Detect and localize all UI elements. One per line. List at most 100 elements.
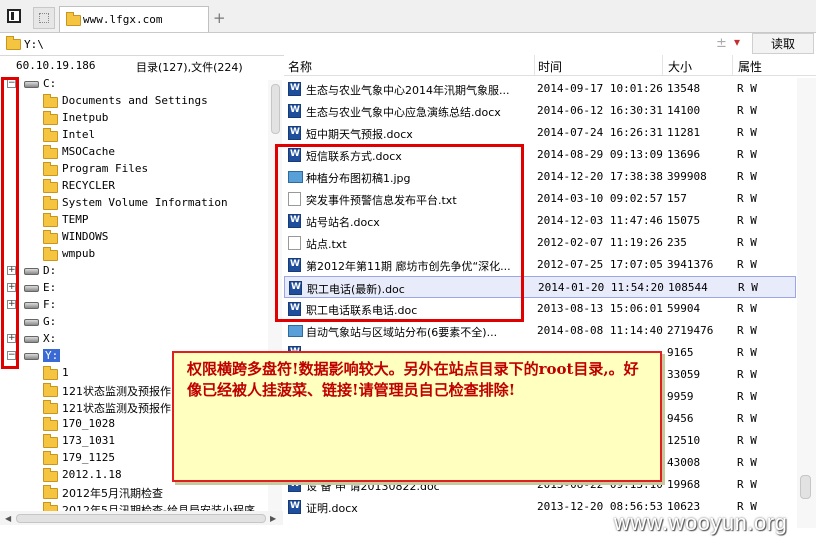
tree-hscroll-thumb[interactable]: [16, 514, 266, 523]
column-time[interactable]: 时间: [538, 58, 562, 75]
folder-label: 121状态监测及预报作: [62, 402, 171, 415]
tree-folder[interactable]: System Volume Information: [0, 195, 260, 212]
file-size: 9165: [667, 346, 694, 359]
file-size: 13548: [667, 82, 701, 95]
tree-folder[interactable]: WINDOWS: [0, 229, 260, 246]
folder-icon: [43, 162, 58, 176]
folder-label: WINDOWS: [62, 230, 109, 243]
list-scroll-thumb[interactable]: [800, 475, 811, 499]
file-time: 2014-12-03 11:47:46: [537, 214, 663, 227]
file-attr: R W: [737, 258, 757, 271]
file-row[interactable]: 生态与农业气象中心应急演练总结.docx 2014-06-12 16:30:31 1…: [284, 100, 796, 122]
tab-empty[interactable]: [33, 7, 55, 29]
path-input[interactable]: [24, 36, 624, 52]
file-name: 短中期天气预报.docx: [306, 128, 413, 141]
list-vertical-scrollbar[interactable]: [797, 78, 816, 528]
file-name: 生态与农业气象中心应急演练总结.docx: [306, 106, 501, 119]
file-time: 2014-01-20 11:54:20: [538, 281, 664, 294]
column-name[interactable]: 名称: [288, 58, 312, 75]
tree-drive-c[interactable]: − C:: [0, 76, 260, 93]
column-divider[interactable]: [732, 55, 733, 75]
file-attr: R W: [737, 192, 757, 205]
file-list-header: 名称 时间 大小 属性: [284, 55, 816, 76]
annotation-text: 权限横跨多盘符!数据影响较大。另外在站点目录下的root目录,。好像已经被人挂菠…: [187, 360, 639, 399]
file-size: 12510: [667, 434, 701, 447]
file-time: 2014-07-24 16:26:31: [537, 126, 663, 139]
tree-folder[interactable]: wmpub: [0, 246, 260, 263]
folder-icon: [43, 213, 58, 227]
file-size: 59904: [667, 302, 701, 315]
file-size: 3941376: [667, 258, 714, 271]
tree-folder[interactable]: Inetpub: [0, 110, 260, 127]
column-size[interactable]: 大小: [668, 58, 692, 75]
file-attr: R W: [737, 390, 757, 403]
folder-icon: [43, 179, 58, 193]
file-attr: R W: [737, 412, 757, 425]
folder-label: Documents and Settings: [62, 94, 208, 107]
tree-folder[interactable]: RECYCLER: [0, 178, 260, 195]
scroll-left-icon[interactable]: ◀: [5, 514, 11, 523]
tree-drive-d[interactable]: + D:: [0, 263, 260, 280]
file-time: 2014-09-17 10:01:26: [537, 82, 663, 95]
folder-icon: [43, 230, 58, 244]
read-button[interactable]: 读取: [752, 33, 814, 54]
drive-label: F:: [43, 298, 57, 311]
tree-folder[interactable]: Program Files: [0, 161, 260, 178]
drive-icon: [24, 285, 39, 292]
word-doc-icon: [288, 500, 301, 514]
file-name: 证明.docx: [306, 502, 358, 515]
file-size: 9959: [667, 390, 694, 403]
file-time: 2014-03-10 09:02:57: [537, 192, 663, 205]
watermark: www.wooyun.org: [614, 510, 788, 535]
file-row[interactable]: 短中期天气预报.docx 2014-07-24 16:26:31 11281 R W: [284, 122, 796, 144]
folder-label: 2012年5月汛期检查: [62, 487, 163, 500]
dir-file-count: 目录(127),文件(224): [136, 61, 243, 74]
folder-label: RECYCLER: [62, 179, 115, 192]
tree-drive-g[interactable]: G:: [0, 314, 260, 331]
file-size: 399908: [667, 170, 707, 183]
scroll-right-icon[interactable]: ▶: [270, 514, 276, 523]
tree-drive-f[interactable]: + F:: [0, 297, 260, 314]
tree-drive-e[interactable]: + E:: [0, 280, 260, 297]
tree-scroll-thumb[interactable]: [271, 84, 280, 134]
plus-minus-icon[interactable]: ±: [716, 36, 727, 51]
drive-label: D:: [43, 264, 57, 277]
word-doc-icon: [288, 126, 301, 140]
tree-folder[interactable]: Documents and Settings: [0, 93, 260, 110]
tree-folder[interactable]: 2012年5月汛期检查: [0, 484, 260, 501]
tree-folder[interactable]: MSOCache: [0, 144, 260, 161]
column-attr[interactable]: 属性: [738, 58, 762, 75]
tree-folder[interactable]: Intel: [0, 127, 260, 144]
file-attr: R W: [737, 346, 757, 359]
folder-icon: [43, 451, 58, 465]
folder-label: 1: [62, 366, 69, 379]
folder-label: Intel: [62, 128, 96, 141]
tab-site[interactable]: www.lfgx.com: [59, 6, 209, 32]
folder-icon: [43, 400, 58, 414]
file-time: 2014-12-20 17:38:38: [537, 170, 663, 183]
highlight-frame-drives: [1, 77, 19, 369]
file-row[interactable]: 生态与农业气象中心2014年汛期气象服... 2014-09-17 10:01:2…: [284, 78, 796, 100]
word-doc-icon: [288, 104, 301, 118]
folder-label: 2012.1.18: [62, 468, 122, 481]
folder-label: System Volume Information: [62, 196, 228, 209]
drive-icon: [24, 268, 39, 275]
tree-drive-x[interactable]: + X:: [0, 331, 260, 348]
file-size: 9456: [667, 412, 694, 425]
column-divider[interactable]: [534, 55, 535, 75]
address-bar: ± ▾ 读取: [0, 33, 816, 56]
file-attr: R W: [737, 302, 757, 315]
file-time: 2014-08-29 09:13:09: [537, 148, 663, 161]
column-divider[interactable]: [662, 55, 663, 75]
folder-icon: [6, 36, 21, 50]
file-size: 33059: [667, 368, 701, 381]
word-doc-icon: [288, 82, 301, 96]
file-size: 2719476: [667, 324, 714, 337]
file-row[interactable]: 自动气象站与区域站分布(6要素不全)... 2014-08-08 11:14:40…: [284, 320, 796, 342]
chevron-down-icon[interactable]: ▾: [734, 35, 740, 49]
tree-folder[interactable]: TEMP: [0, 212, 260, 229]
file-time: 2012-07-25 17:07:05: [537, 258, 663, 271]
panel-toggle-icon[interactable]: [7, 9, 21, 23]
add-tab-button[interactable]: +: [213, 9, 226, 27]
file-attr: R W: [737, 456, 757, 469]
